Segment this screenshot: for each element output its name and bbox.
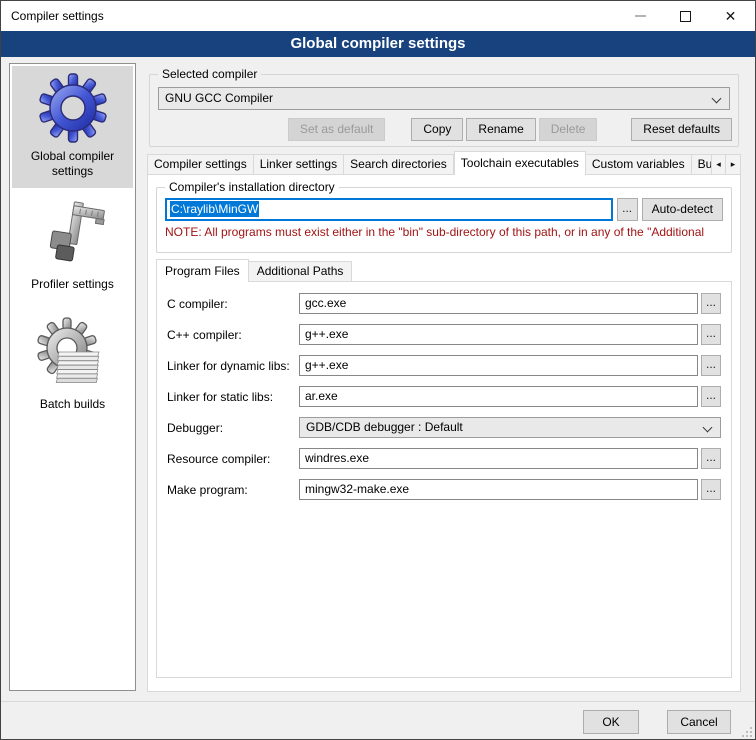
program-row: Linker for static libs: ar.exe ...	[167, 385, 721, 408]
reset-defaults-button[interactable]: Reset defaults	[631, 118, 732, 141]
copy-button[interactable]: Copy	[411, 118, 463, 141]
c-compiler-label: C compiler:	[167, 297, 299, 311]
static-linker-input[interactable]: ar.exe	[299, 386, 698, 407]
tab-search-directories[interactable]: Search directories	[344, 154, 454, 175]
cpp-compiler-input[interactable]: g++.exe	[299, 324, 698, 345]
install-dir-row: C:\raylib\MinGW ... Auto-detect	[165, 198, 723, 221]
sidebar-item-label: Profiler settings	[12, 277, 133, 292]
program-row: C++ compiler: g++.exe ...	[167, 323, 721, 346]
install-dir-browse-button[interactable]: ...	[617, 198, 638, 221]
window-controls: ✕	[618, 1, 753, 31]
blue-gear-icon	[35, 70, 111, 146]
caliper-icon	[38, 200, 108, 274]
autodetect-button[interactable]: Auto-detect	[642, 198, 723, 221]
program-row: Debugger: GDB/CDB debugger : Default	[167, 416, 721, 439]
arrow-right-icon: ▸	[731, 159, 736, 169]
gray-gear-stack-icon	[33, 314, 113, 394]
sidebar-item-batch-builds[interactable]: Batch builds	[12, 314, 133, 412]
program-tabs: Program Files Additional Paths	[156, 259, 352, 282]
sidebar-item-global-compiler-settings[interactable]: Global compiler settings	[12, 66, 133, 188]
sidebar: Global compiler settings	[9, 63, 136, 691]
tab-program-files[interactable]: Program Files	[156, 259, 249, 282]
sidebar-item-profiler-settings[interactable]: Profiler settings	[12, 200, 133, 292]
tab-linker-settings[interactable]: Linker settings	[254, 154, 344, 175]
dialog-footer: OK Cancel	[1, 701, 755, 740]
program-row: Linker for dynamic libs: g++.exe ...	[167, 354, 721, 377]
resource-compiler-input[interactable]: windres.exe	[299, 448, 698, 469]
compiler-select[interactable]: GNU GCC Compiler	[158, 87, 730, 110]
selected-compiler-group-label: Selected compiler	[158, 67, 261, 82]
c-compiler-input[interactable]: gcc.exe	[299, 293, 698, 314]
resource-compiler-label: Resource compiler:	[167, 452, 299, 466]
arrow-left-icon: ◂	[716, 159, 721, 169]
maximize-button[interactable]	[663, 1, 708, 31]
dialog-body: Global compiler settings	[1, 57, 755, 701]
delete-button: Delete	[539, 118, 598, 141]
resource-compiler-browse-button[interactable]: ...	[701, 448, 721, 469]
close-icon: ✕	[725, 9, 737, 23]
sidebar-item-label: Global compiler settings	[14, 149, 131, 179]
cpp-compiler-label: C++ compiler:	[167, 328, 299, 342]
page-title: Global compiler settings	[1, 31, 755, 57]
maximize-icon	[680, 11, 691, 22]
set-as-default-button: Set as default	[288, 118, 385, 141]
make-program-browse-button[interactable]: ...	[701, 479, 721, 500]
install-dir-input[interactable]: C:\raylib\MinGW	[165, 198, 613, 221]
minimize-button[interactable]	[618, 1, 663, 31]
compiler-buttons-row: Set as default Copy Rename Delete Reset …	[158, 118, 732, 141]
program-row: C compiler: gcc.exe ...	[167, 292, 721, 315]
install-dir-group-label: Compiler's installation directory	[165, 180, 339, 195]
note-text: NOTE: All programs must exist either in …	[165, 225, 730, 239]
chevron-down-icon	[712, 94, 722, 104]
tab-compiler-settings[interactable]: Compiler settings	[147, 154, 254, 175]
dynamic-linker-browse-button[interactable]: ...	[701, 355, 721, 376]
tab-additional-paths[interactable]: Additional Paths	[249, 261, 353, 282]
install-dir-groupbox: Compiler's installation directory C:\ray…	[156, 187, 732, 253]
chevron-down-icon	[703, 423, 713, 433]
selected-path-text: C:\raylib\MinGW	[170, 201, 259, 217]
rename-button[interactable]: Rename	[466, 118, 535, 141]
minimize-icon	[635, 15, 646, 17]
settings-tab-strip: Compiler settings Linker settings Search…	[147, 151, 741, 175]
tab-scroll-left-button[interactable]: ◂	[711, 154, 726, 175]
ok-button[interactable]: OK	[583, 710, 639, 734]
c-compiler-browse-button[interactable]: ...	[701, 293, 721, 314]
toolchain-executables-page: Compiler's installation directory C:\ray…	[147, 174, 741, 692]
dynamic-linker-input[interactable]: g++.exe	[299, 355, 698, 376]
dynamic-linker-label: Linker for dynamic libs:	[167, 359, 299, 373]
program-files-page: C compiler: gcc.exe ... C++ compiler: g+…	[156, 281, 732, 678]
make-program-input[interactable]: mingw32-make.exe	[299, 479, 698, 500]
resize-grip[interactable]	[741, 726, 753, 738]
sidebar-item-label: Batch builds	[12, 397, 133, 412]
debugger-select-value: GDB/CDB debugger : Default	[306, 420, 463, 434]
tab-scroll-buttons: ◂ ▸	[711, 154, 741, 175]
debugger-select[interactable]: GDB/CDB debugger : Default	[299, 417, 721, 438]
tab-toolchain-executables[interactable]: Toolchain executables	[454, 151, 586, 175]
make-program-label: Make program:	[167, 483, 299, 497]
tab-custom-variables[interactable]: Custom variables	[586, 154, 692, 175]
debugger-label: Debugger:	[167, 421, 299, 435]
compiler-select-value: GNU GCC Compiler	[165, 91, 273, 105]
titlebar: Compiler settings ✕	[1, 1, 755, 31]
program-row: Resource compiler: windres.exe ...	[167, 447, 721, 470]
static-linker-browse-button[interactable]: ...	[701, 386, 721, 407]
tab-scroll-right-button[interactable]: ▸	[726, 154, 741, 175]
cpp-compiler-browse-button[interactable]: ...	[701, 324, 721, 345]
main-panel: Selected compiler GNU GCC Compiler Set a…	[147, 63, 741, 695]
selected-compiler-groupbox: Selected compiler GNU GCC Compiler Set a…	[149, 74, 739, 147]
static-linker-label: Linker for static libs:	[167, 390, 299, 404]
compiler-settings-dialog: Compiler settings ✕ Global compiler sett…	[0, 0, 756, 740]
window-title: Compiler settings	[11, 1, 104, 31]
program-row: Make program: mingw32-make.exe ...	[167, 478, 721, 501]
close-button[interactable]: ✕	[708, 1, 753, 31]
cancel-button[interactable]: Cancel	[667, 710, 731, 734]
